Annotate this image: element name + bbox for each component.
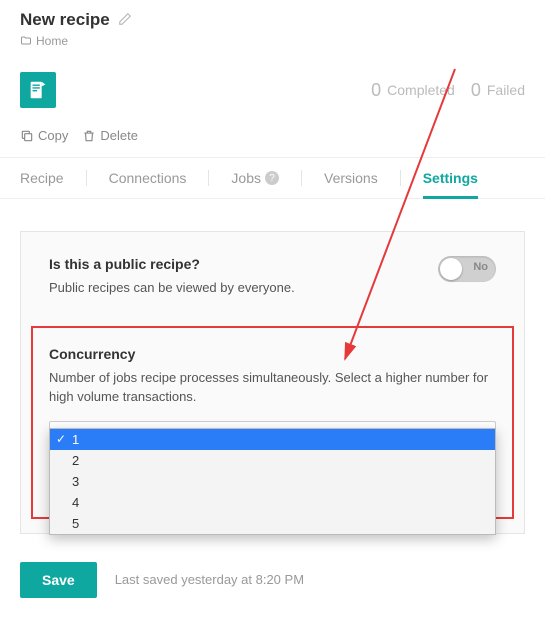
stats-row: 0 Completed 0 Failed	[0, 54, 545, 122]
copy-icon	[20, 129, 34, 143]
dropdown-option-2[interactable]: 2	[50, 450, 495, 471]
copy-label: Copy	[38, 128, 68, 143]
save-button[interactable]: Save	[20, 562, 97, 598]
failed-stat: 0 Failed	[471, 80, 525, 101]
concurrency-desc: Number of jobs recipe processes simultan…	[49, 368, 496, 407]
public-recipe-row: Is this a public recipe? Public recipes …	[49, 256, 496, 298]
concurrency-title: Concurrency	[49, 346, 496, 362]
tab-jobs[interactable]: Jobs ?	[231, 158, 279, 198]
tab-settings[interactable]: Settings	[423, 158, 478, 198]
public-title: Is this a public recipe?	[49, 256, 295, 272]
tab-separator	[301, 170, 302, 186]
tab-connections[interactable]: Connections	[109, 158, 187, 198]
tab-bar: Recipe Connections Jobs ? Versions Setti…	[0, 157, 545, 199]
action-row: Copy Delete	[0, 122, 545, 157]
concurrency-highlight-box: Concurrency Number of jobs recipe proces…	[31, 326, 514, 519]
breadcrumb-home: Home	[36, 34, 68, 48]
tab-recipe[interactable]: Recipe	[20, 158, 64, 198]
edit-title-icon[interactable]	[118, 12, 132, 29]
help-icon: ?	[265, 171, 279, 185]
trash-icon	[82, 129, 96, 143]
toggle-knob	[440, 258, 462, 280]
failed-label: Failed	[487, 82, 525, 98]
page-title: New recipe	[20, 10, 110, 30]
folder-icon	[20, 35, 32, 47]
dropdown-option-4[interactable]: 4	[50, 492, 495, 513]
tab-separator	[86, 170, 87, 186]
completed-label: Completed	[387, 82, 455, 98]
completed-stat: 0 Completed	[371, 80, 455, 101]
toggle-label: No	[473, 261, 488, 273]
tab-separator	[400, 170, 401, 186]
concurrency-dropdown[interactable]: 1 2 3 4 5	[49, 428, 496, 535]
tab-versions[interactable]: Versions	[324, 158, 378, 198]
last-saved-text: Last saved yesterday at 8:20 PM	[115, 572, 304, 587]
header: New recipe Home	[0, 0, 545, 54]
breadcrumb[interactable]: Home	[20, 34, 525, 48]
copy-action[interactable]: Copy	[20, 128, 68, 143]
dropdown-option-1[interactable]: 1	[50, 429, 495, 450]
settings-card: Is this a public recipe? Public recipes …	[20, 231, 525, 534]
tab-separator	[208, 170, 209, 186]
tab-jobs-label: Jobs	[231, 170, 261, 186]
content-area: Is this a public recipe? Public recipes …	[0, 199, 545, 554]
public-desc: Public recipes can be viewed by everyone…	[49, 278, 295, 298]
dropdown-option-5[interactable]: 5	[50, 513, 495, 534]
footer: Save Last saved yesterday at 8:20 PM	[0, 548, 545, 618]
delete-label: Delete	[100, 128, 138, 143]
failed-count: 0	[471, 80, 481, 101]
dropdown-option-3[interactable]: 3	[50, 471, 495, 492]
completed-count: 0	[371, 80, 381, 101]
public-toggle[interactable]: No	[438, 256, 496, 282]
recipe-app-icon	[20, 72, 56, 108]
delete-action[interactable]: Delete	[82, 128, 138, 143]
